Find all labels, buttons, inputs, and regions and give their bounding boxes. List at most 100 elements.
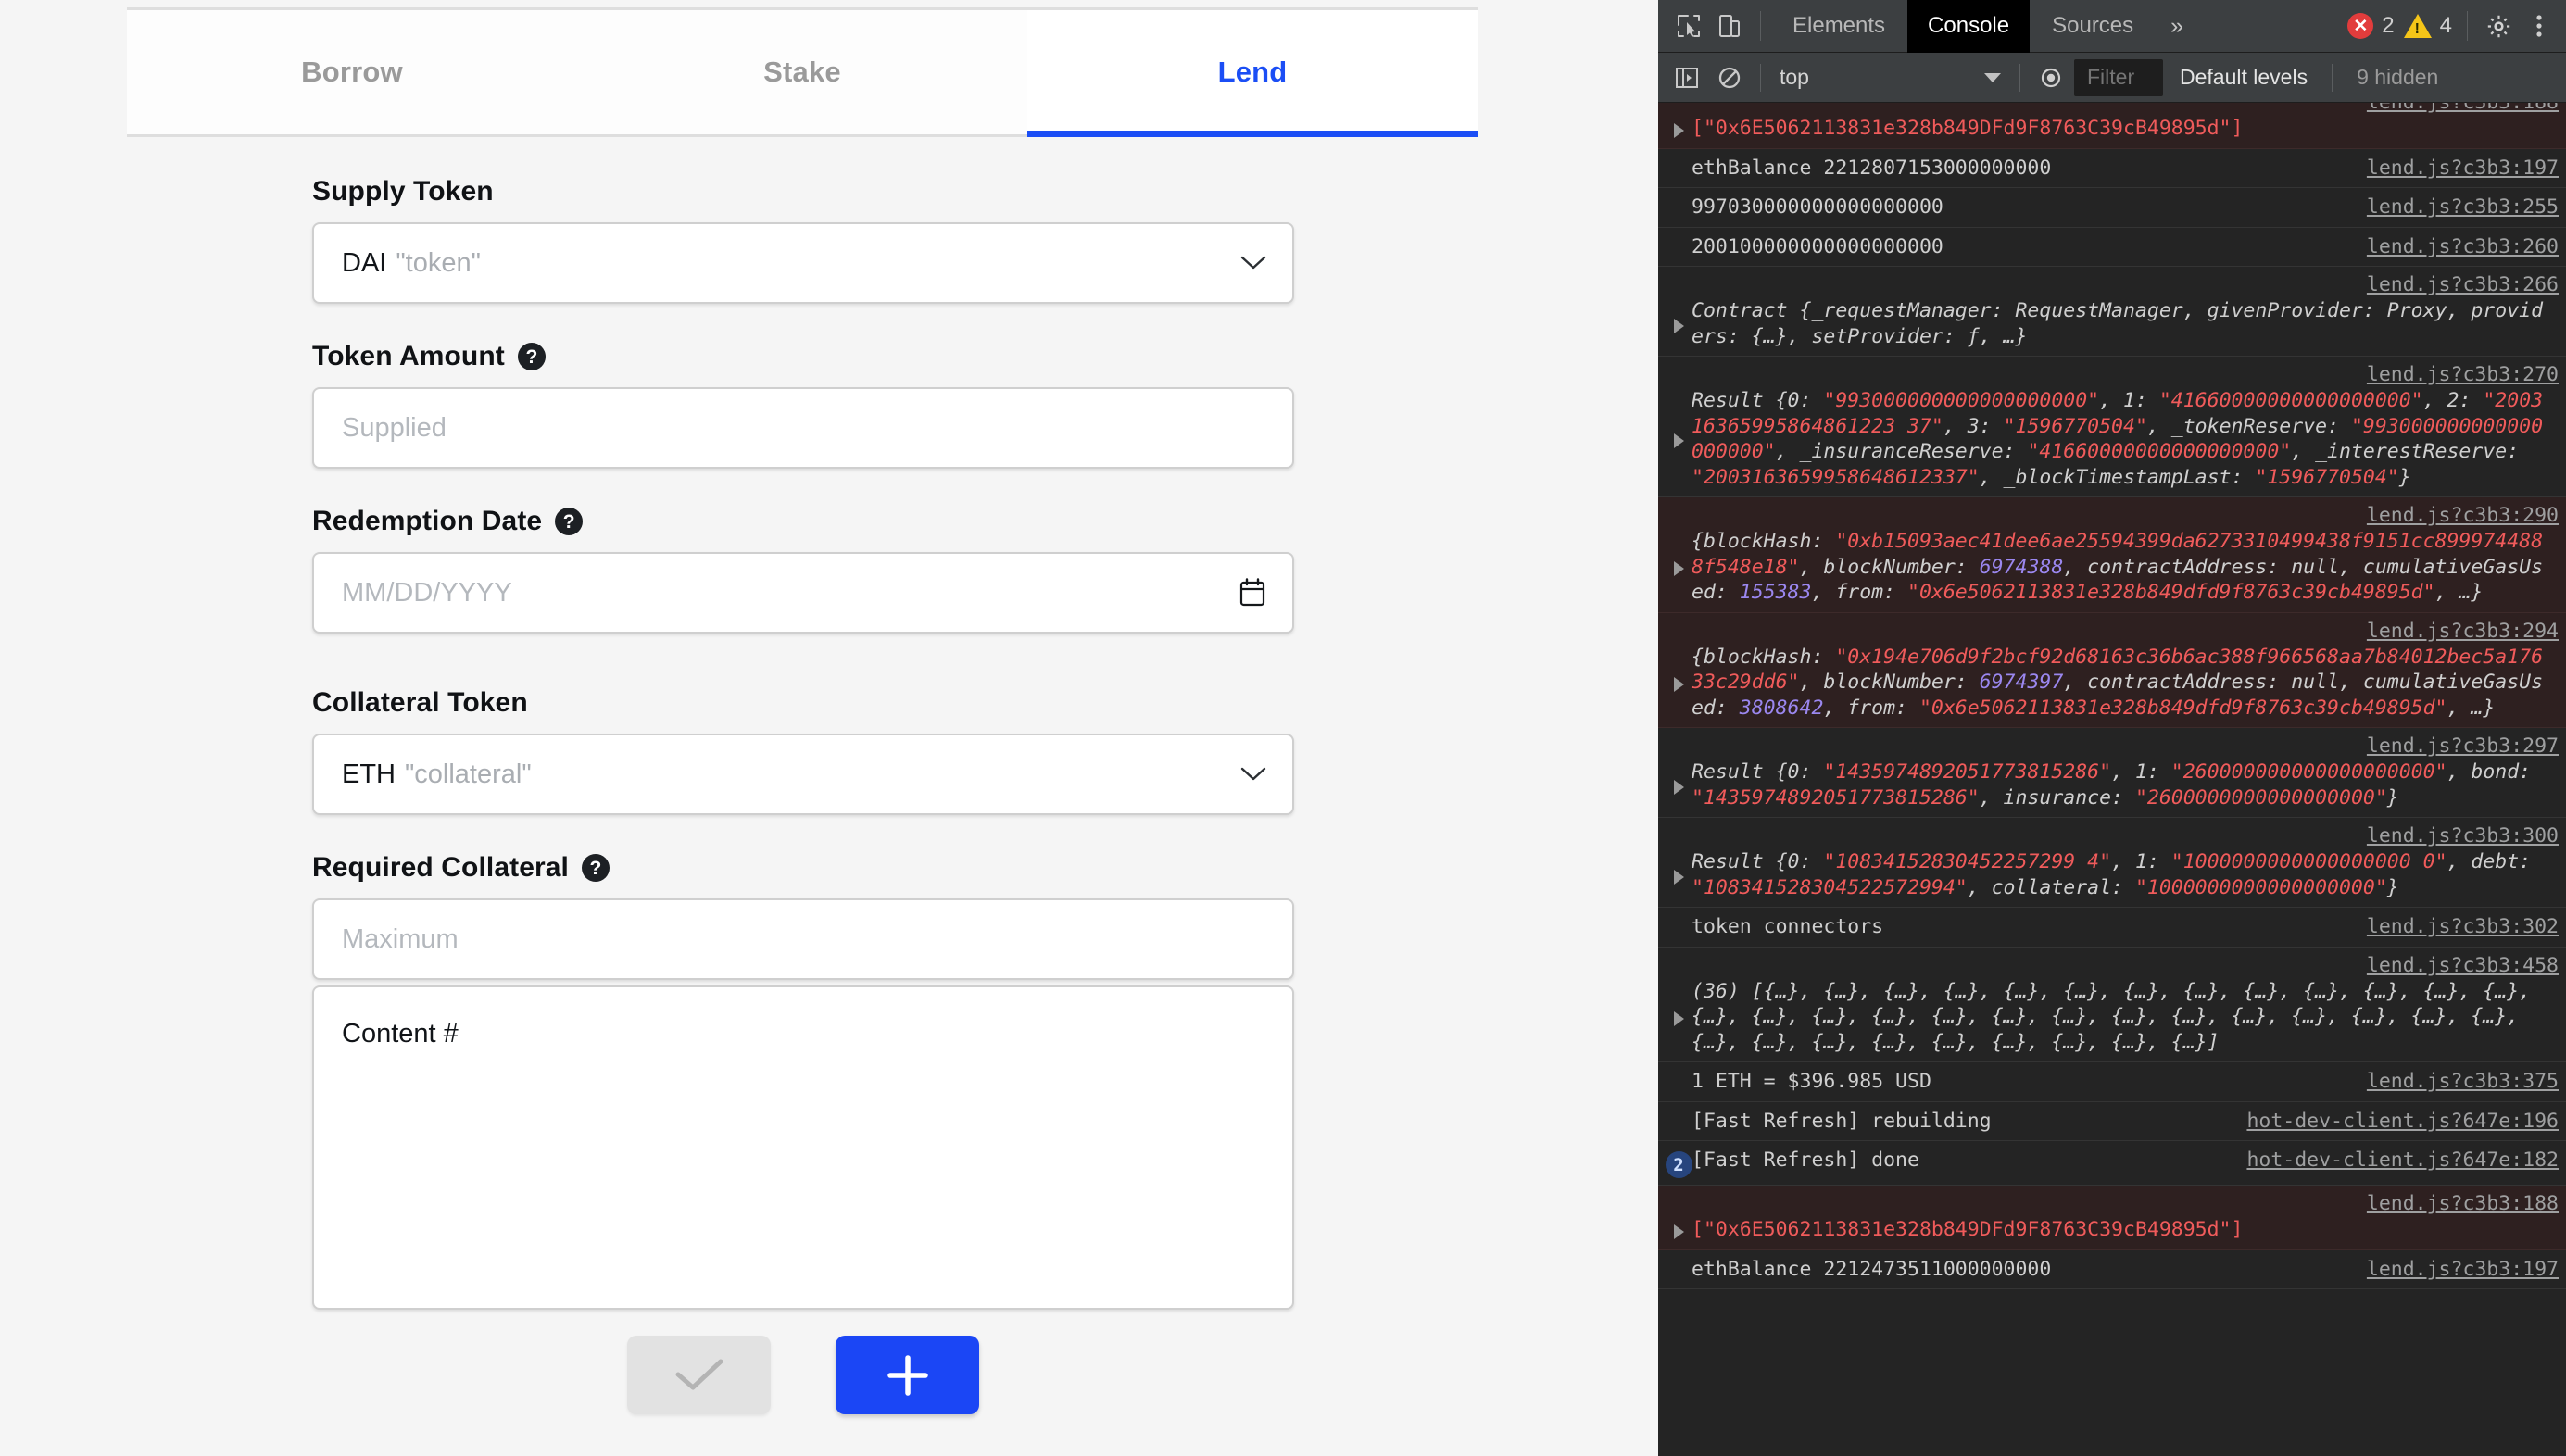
log-message: ethBalance 2212473511000000000 (1692, 1257, 2361, 1283)
collateral-token-label: Collateral Token (312, 687, 528, 718)
supply-token-label: Supply Token (312, 176, 494, 207)
tab-lend[interactable]: Lend (1027, 10, 1478, 137)
log-source-link[interactable]: lend.js?c3b3:266 (2367, 272, 2559, 298)
log-token: "260000000000000000000" (2170, 760, 2447, 784)
expand-arrow-icon[interactable] (1673, 869, 1684, 885)
eye-icon[interactable] (2031, 58, 2070, 97)
token-amount-input-wrap[interactable]: Supplied (312, 387, 1294, 469)
log-source-link[interactable]: lend.js?c3b3:188 (2367, 1191, 2559, 1217)
log-gutter (1666, 673, 1692, 692)
required-collateral-input[interactable]: Maximum (342, 924, 459, 955)
log-source-link[interactable]: lend.js?c3b3:255 (2361, 195, 2559, 220)
console-log-row[interactable]: 2 [Fast Refresh] done hot-dev-client.js?64… (1658, 1141, 2566, 1186)
console-log-row[interactable]: ["0x6E5062113831e328b849DFd9F8763C39cB49… (1658, 1186, 2566, 1250)
log-source-link[interactable]: lend.js?c3b3:260 (2361, 234, 2559, 260)
expand-arrow-icon[interactable] (1673, 318, 1684, 333)
log-levels-select[interactable]: Default levels (2167, 65, 2321, 90)
log-source-link[interactable]: lend.js?c3b3:302 (2361, 914, 2559, 940)
tab-stake[interactable]: Stake (577, 10, 1027, 134)
chevron-double-right-icon[interactable]: » (2156, 0, 2198, 53)
log-message: 1 ETH = $396.985 USD (1692, 1069, 2361, 1095)
log-source-link[interactable]: lend.js?c3b3:270 (2367, 362, 2559, 388)
expand-arrow-icon[interactable] (1673, 779, 1684, 795)
filter-input[interactable] (2074, 58, 2163, 96)
log-source-link[interactable]: lend.js?c3b3:290 (2367, 503, 2559, 529)
console-log-list[interactable]: ["0x6E5062113831e328b849DFd9F8763C39cB49… (1658, 103, 2566, 1456)
log-source-link[interactable]: hot-dev-client.js?647e:182 (2241, 1148, 2559, 1174)
help-icon[interactable]: ? (581, 854, 610, 882)
log-token: "1435974892051773815286" (1692, 785, 1980, 810)
log-token: {blockHash: (1692, 645, 1836, 669)
console-log-row[interactable]: Result {0: "10834152830452257299 4", 1: … (1658, 818, 2566, 909)
redemption-date-input[interactable]: MM/DD/YYYY (342, 578, 512, 609)
expand-arrow-icon[interactable] (1673, 676, 1684, 692)
redemption-date-input-wrap[interactable]: MM/DD/YYYY (312, 552, 1294, 634)
console-log-row[interactable]: (36) [{…}, {…}, {…}, {…}, {…}, {…}, {…},… (1658, 948, 2566, 1063)
log-source-link[interactable]: lend.js?c3b3:297 (2367, 734, 2559, 759)
console-log-row[interactable]: token connectors lend.js?c3b3:302 (1658, 908, 2566, 948)
tab-label: Borrow (301, 56, 403, 88)
tab-sources[interactable]: Sources (2031, 0, 2154, 53)
console-log-row[interactable]: ethBalance 2212473511000000000 lend.js?c3… (1658, 1250, 2566, 1290)
tab-console[interactable]: Console (1907, 0, 2031, 53)
console-log-row[interactable]: Contract {_requestManager: RequestManage… (1658, 267, 2566, 358)
log-token: , …} (2434, 581, 2484, 605)
expand-arrow-icon[interactable] (1673, 122, 1684, 138)
log-token: , debt: (2447, 850, 2532, 874)
device-toolbar-icon[interactable] (1710, 6, 1749, 45)
console-log-row[interactable]: 200100000000000000000 lend.js?c3b3:260 (1658, 228, 2566, 268)
error-count[interactable]: ✕ 2 (2344, 13, 2397, 39)
log-source-link[interactable]: lend.js?c3b3:197 (2361, 156, 2559, 182)
inspect-element-icon[interactable] (1669, 6, 1708, 45)
redemption-date-label-row: Redemption Date ? (312, 506, 1294, 537)
log-source-link[interactable]: lend.js?c3b3:197 (2361, 1257, 2559, 1283)
log-source-link[interactable]: hot-dev-client.js?647e:196 (2241, 1109, 2559, 1135)
tab-borrow[interactable]: Borrow (127, 10, 577, 134)
expand-arrow-icon[interactable] (1673, 1224, 1684, 1240)
help-icon[interactable]: ? (517, 343, 546, 370)
log-token: "1000000000000000000 0" (2170, 850, 2447, 874)
log-token: , 1: (2111, 850, 2171, 874)
collateral-token-select[interactable]: ETH "collateral" (312, 734, 1294, 815)
log-token: "108341528304522572994" (1692, 875, 1968, 899)
expand-arrow-icon[interactable] (1673, 433, 1684, 449)
content-panel: Content # (312, 985, 1294, 1310)
execution-context-select[interactable]: top (1772, 65, 2008, 90)
gear-icon[interactable] (2479, 6, 2518, 45)
log-token: "1596770504" (2003, 414, 2147, 438)
console-log-row[interactable]: Result {0: "993000000000000000000", 1: "… (1658, 357, 2566, 498)
log-token: , 1: (2111, 760, 2171, 784)
help-icon[interactable]: ? (555, 508, 584, 535)
log-source-link[interactable]: lend.js?c3b3:294 (2367, 619, 2559, 645)
warning-count[interactable]: 4 (2400, 13, 2456, 39)
supply-token-select[interactable]: DAI "token" (312, 222, 1294, 304)
confirm-button[interactable] (627, 1336, 771, 1414)
console-log-row[interactable]: ["0x6E5062113831e328b849DFd9F8763C39cB49… (1658, 103, 2566, 149)
console-log-row[interactable]: 1 ETH = $396.985 USD lend.js?c3b3:375 (1658, 1062, 2566, 1102)
expand-arrow-icon[interactable] (1673, 1011, 1684, 1027)
log-token: } (2386, 875, 2399, 899)
required-collateral-input-wrap[interactable]: Maximum (312, 898, 1294, 980)
kebab-menu-icon[interactable] (2520, 6, 2559, 45)
field-collateral-token: Collateral Token ETH "collateral" (312, 687, 1294, 815)
supply-token-value: DAI (342, 247, 387, 278)
tab-elements[interactable]: Elements (1772, 0, 1906, 53)
check-icon (671, 1356, 728, 1395)
log-source-link[interactable]: lend.js?c3b3:375 (2361, 1069, 2559, 1095)
plus-icon (887, 1354, 929, 1397)
console-log-row[interactable]: Result {0: "1435974892051773815286", 1: … (1658, 728, 2566, 819)
log-source-link[interactable]: lend.js?c3b3:188 (2367, 103, 2559, 116)
log-source-link[interactable]: lend.js?c3b3:458 (2367, 953, 2559, 979)
console-log-row[interactable]: ethBalance 2212807153000000000 lend.js?c3… (1658, 149, 2566, 189)
console-log-row[interactable]: [Fast Refresh] rebuilding hot-dev-client.… (1658, 1102, 2566, 1142)
calendar-icon[interactable] (1239, 578, 1266, 608)
console-sidebar-icon[interactable] (1667, 58, 1706, 97)
console-log-row[interactable]: 997030000000000000000 lend.js?c3b3:255 (1658, 188, 2566, 228)
console-log-row[interactable]: {blockHash: "0x194e706d9f2bcf92d68163c36… (1658, 612, 2566, 729)
token-amount-input[interactable]: Supplied (342, 413, 447, 444)
console-log-row[interactable]: {blockHash: "0xb15093aec41dee6ae25594399… (1658, 497, 2566, 613)
expand-arrow-icon[interactable] (1673, 561, 1684, 577)
clear-console-icon[interactable] (1710, 58, 1749, 97)
log-source-link[interactable]: lend.js?c3b3:300 (2367, 823, 2559, 849)
add-button[interactable] (836, 1336, 979, 1414)
